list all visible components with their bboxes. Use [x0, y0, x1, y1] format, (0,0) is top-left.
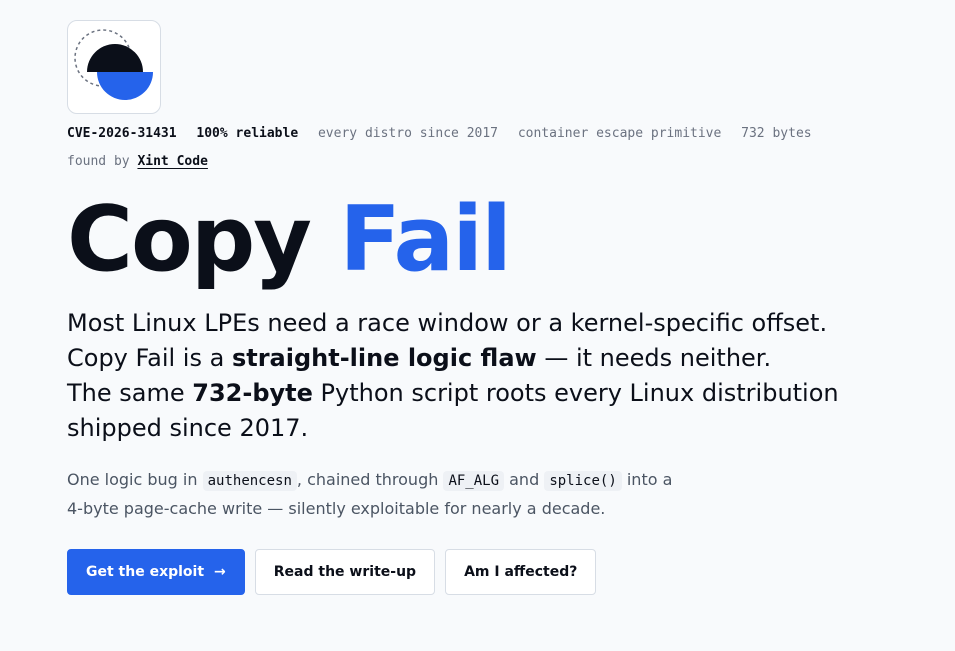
cve-id: CVE-2026-31431 — [67, 126, 177, 141]
lead-line-3-bold: 732-byte — [192, 379, 313, 407]
title-copy: Copy — [67, 187, 312, 292]
code-af-alg: AF_ALG — [443, 471, 505, 491]
am-i-affected-button[interactable]: Am I affected? — [445, 549, 597, 595]
found-by-label: found by — [67, 154, 130, 169]
tag-distro: every distro since 2017 — [317, 126, 498, 141]
logo — [67, 20, 161, 114]
get-exploit-label: Get the exploit — [86, 564, 205, 580]
am-i-affected-label: Am I affected? — [464, 564, 578, 580]
get-exploit-button[interactable]: Get the exploit → — [67, 549, 245, 595]
lead-line-2-bold: straight-line logic flaw — [231, 344, 537, 372]
lead-line-3-pre: The same — [67, 379, 185, 407]
found-by-link[interactable]: Xint Code — [137, 154, 207, 169]
read-writeup-label: Read the write-up — [273, 564, 417, 580]
sub-paragraph: One logic bug in authencesn, chained thr… — [67, 466, 887, 523]
tag-container: container escape primitive — [517, 126, 722, 141]
page-title: Copy Fail — [67, 190, 887, 290]
hero-section: CVE-2026-31431 100% reliable every distr… — [67, 0, 887, 595]
lead-line-2-post: — it needs neither. — [544, 344, 772, 372]
copy-fail-logo-icon — [74, 29, 153, 100]
lead-paragraph: Most Linux LPEs need a race window or a … — [67, 306, 887, 446]
tag-size: 732 bytes — [741, 126, 812, 141]
lead-line-2-pre: Copy Fail is a — [67, 344, 225, 372]
reliability-badge: 100% reliable — [196, 126, 299, 141]
sub-text-1: One logic bug in — [67, 470, 198, 489]
action-buttons: Get the exploit → Read the write-up Am I… — [67, 549, 887, 595]
sub-text-5: 4-byte page-cache write — silently explo… — [67, 499, 606, 518]
code-splice: splice() — [544, 471, 622, 491]
code-authencesn: authencesn — [202, 471, 297, 491]
sub-text-3: and — [509, 470, 540, 489]
title-fail: Fail — [339, 187, 512, 292]
meta-line: CVE-2026-31431 100% reliable every distr… — [67, 120, 887, 176]
sub-text-2: , chained through — [296, 470, 439, 489]
arrow-right-icon: → — [214, 564, 226, 580]
lead-line-1: Most Linux LPEs need a race window or a … — [67, 309, 828, 337]
sub-text-4: into a — [626, 470, 673, 489]
read-writeup-button[interactable]: Read the write-up — [254, 549, 436, 595]
